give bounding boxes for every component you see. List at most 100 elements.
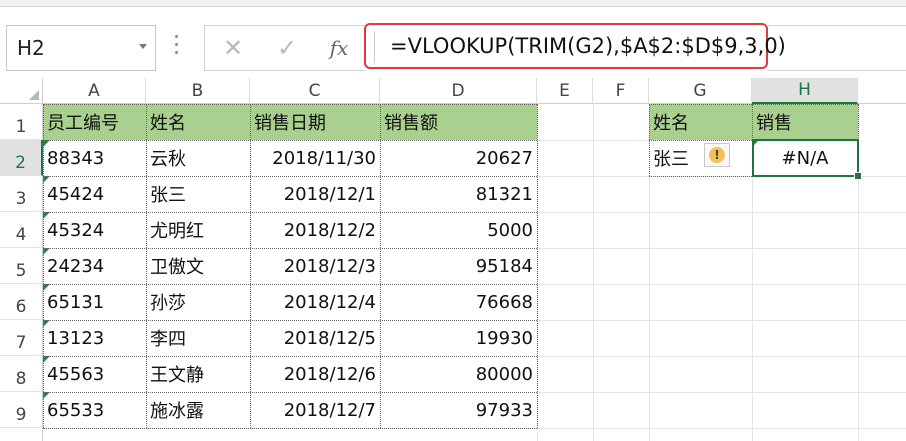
more-icon[interactable] bbox=[175, 35, 179, 59]
table-border bbox=[43, 320, 537, 321]
table-cell[interactable]: 尤明红 bbox=[146, 212, 250, 248]
table-cell[interactable]: 张三 bbox=[146, 176, 250, 212]
table-cell[interactable]: 65533 bbox=[43, 392, 146, 428]
table-cell[interactable]: 45563 bbox=[43, 356, 146, 392]
formula-input-rest[interactable] bbox=[768, 25, 906, 71]
table-cell[interactable]: 81321 bbox=[380, 176, 537, 212]
column-header-i[interactable] bbox=[858, 78, 906, 104]
table-border bbox=[649, 104, 858, 105]
gridline bbox=[649, 176, 650, 441]
gridline bbox=[537, 320, 906, 321]
table-cell[interactable]: 76668 bbox=[380, 284, 537, 320]
ribbon-strip bbox=[0, 0, 906, 7]
row-header-3[interactable]: 3 bbox=[0, 176, 43, 212]
table-border bbox=[43, 104, 44, 428]
gridline bbox=[593, 104, 594, 441]
name-box[interactable]: H2 bbox=[6, 25, 156, 71]
fill-handle[interactable] bbox=[854, 172, 862, 180]
column-header-h[interactable]: H bbox=[752, 78, 858, 104]
table-border bbox=[43, 392, 537, 393]
table-cell[interactable]: 孙莎 bbox=[146, 284, 250, 320]
lookup-header-sales[interactable]: 销售 bbox=[752, 104, 858, 140]
table-cell[interactable]: 卫傲文 bbox=[146, 248, 250, 284]
table-cell[interactable]: 45324 bbox=[43, 212, 146, 248]
row-header-9[interactable]: 9 bbox=[0, 392, 43, 428]
close-icon[interactable]: ✕ bbox=[213, 26, 253, 70]
table-cell[interactable]: 2018/12/3 bbox=[250, 248, 380, 284]
table-border bbox=[43, 140, 537, 141]
table-cell[interactable]: 20627 bbox=[380, 140, 537, 176]
table-cell[interactable]: 19930 bbox=[380, 320, 537, 356]
gridline bbox=[537, 284, 906, 285]
gridline bbox=[537, 140, 649, 141]
table-border bbox=[146, 104, 147, 428]
table-cell[interactable]: 5000 bbox=[380, 212, 537, 248]
gridline bbox=[537, 212, 906, 213]
table-cell[interactable]: 2018/12/5 bbox=[250, 320, 380, 356]
table-cell[interactable]: 2018/12/4 bbox=[250, 284, 380, 320]
table-cell[interactable]: 95184 bbox=[380, 248, 537, 284]
formula-text: =VLOOKUP(TRIM(G2),$A$2:$D$9,3,0) bbox=[390, 34, 786, 58]
chevron-down-icon[interactable] bbox=[139, 44, 147, 49]
column-header-f[interactable]: F bbox=[593, 78, 649, 104]
row-header-10[interactable] bbox=[0, 428, 43, 441]
table-border bbox=[43, 284, 537, 285]
table-cell[interactable]: 李四 bbox=[146, 320, 250, 356]
table-border bbox=[43, 212, 537, 213]
table-border bbox=[43, 356, 537, 357]
header-cell[interactable]: 销售额 bbox=[380, 104, 537, 140]
column-header-d[interactable]: D bbox=[380, 78, 537, 104]
row-header-4[interactable]: 4 bbox=[0, 212, 43, 248]
table-border bbox=[43, 248, 537, 249]
table-cell[interactable]: 王文静 bbox=[146, 356, 250, 392]
table-border bbox=[43, 176, 537, 177]
gridline bbox=[537, 392, 906, 393]
table-cell[interactable]: 80000 bbox=[380, 356, 537, 392]
table-cell[interactable]: 云秋 bbox=[146, 140, 250, 176]
warning-icon[interactable]: ! bbox=[704, 143, 730, 167]
table-cell[interactable]: 2018/12/7 bbox=[250, 392, 380, 428]
active-cell-border bbox=[752, 139, 859, 177]
header-cell[interactable]: 姓名 bbox=[146, 104, 250, 140]
row-header-5[interactable]: 5 bbox=[0, 248, 43, 284]
gridline bbox=[537, 356, 906, 357]
table-cell[interactable]: 2018/12/1 bbox=[250, 176, 380, 212]
table-cell[interactable]: 13123 bbox=[43, 320, 146, 356]
formula-separator bbox=[374, 31, 375, 63]
header-cell[interactable]: 员工编号 bbox=[43, 104, 146, 140]
gridline bbox=[752, 176, 753, 441]
table-border bbox=[43, 104, 537, 105]
table-cell[interactable]: 2018/12/2 bbox=[250, 212, 380, 248]
fx-icon[interactable]: fx bbox=[319, 26, 359, 70]
check-icon[interactable]: ✓ bbox=[267, 26, 307, 70]
table-border bbox=[250, 104, 251, 428]
column-header-e[interactable]: E bbox=[537, 78, 593, 104]
table-border bbox=[43, 428, 537, 429]
select-all-button[interactable] bbox=[0, 78, 43, 104]
lookup-header-name[interactable]: 姓名 bbox=[649, 104, 752, 140]
table-cell[interactable]: 2018/11/30 bbox=[250, 140, 380, 176]
table-cell[interactable]: 88343 bbox=[43, 140, 146, 176]
column-header-b[interactable]: B bbox=[146, 78, 250, 104]
table-border bbox=[380, 104, 381, 428]
formula-input[interactable]: =VLOOKUP(TRIM(G2),$A$2:$D$9,3,0) bbox=[364, 23, 786, 69]
row-header-1[interactable]: 1 bbox=[0, 104, 43, 140]
row-header-6[interactable]: 6 bbox=[0, 284, 43, 320]
lookup-name-cell[interactable]: 张三 bbox=[649, 140, 752, 176]
header-cell[interactable]: 销售日期 bbox=[250, 104, 380, 140]
column-header-a[interactable]: A bbox=[43, 78, 146, 104]
table-cell[interactable]: 2018/12/6 bbox=[250, 356, 380, 392]
gridline bbox=[537, 248, 906, 249]
row-header-2[interactable]: 2 bbox=[0, 140, 43, 176]
row-header-8[interactable]: 8 bbox=[0, 356, 43, 392]
table-cell[interactable]: 97933 bbox=[380, 392, 537, 428]
row-header-7[interactable]: 7 bbox=[0, 320, 43, 356]
table-cell[interactable]: 45424 bbox=[43, 176, 146, 212]
table-cell[interactable]: 施冰露 bbox=[146, 392, 250, 428]
column-header-g[interactable]: G bbox=[649, 78, 752, 104]
table-cell[interactable]: 24234 bbox=[43, 248, 146, 284]
column-header-c[interactable]: C bbox=[250, 78, 380, 104]
formula-bar-area: H2 ✕ ✓ fx =VLOOKUP(TRIM(G2),$A$2:$D$9,3,… bbox=[0, 7, 906, 71]
formula-buttons: ✕ ✓ fx bbox=[204, 25, 364, 71]
table-cell[interactable]: 65131 bbox=[43, 284, 146, 320]
